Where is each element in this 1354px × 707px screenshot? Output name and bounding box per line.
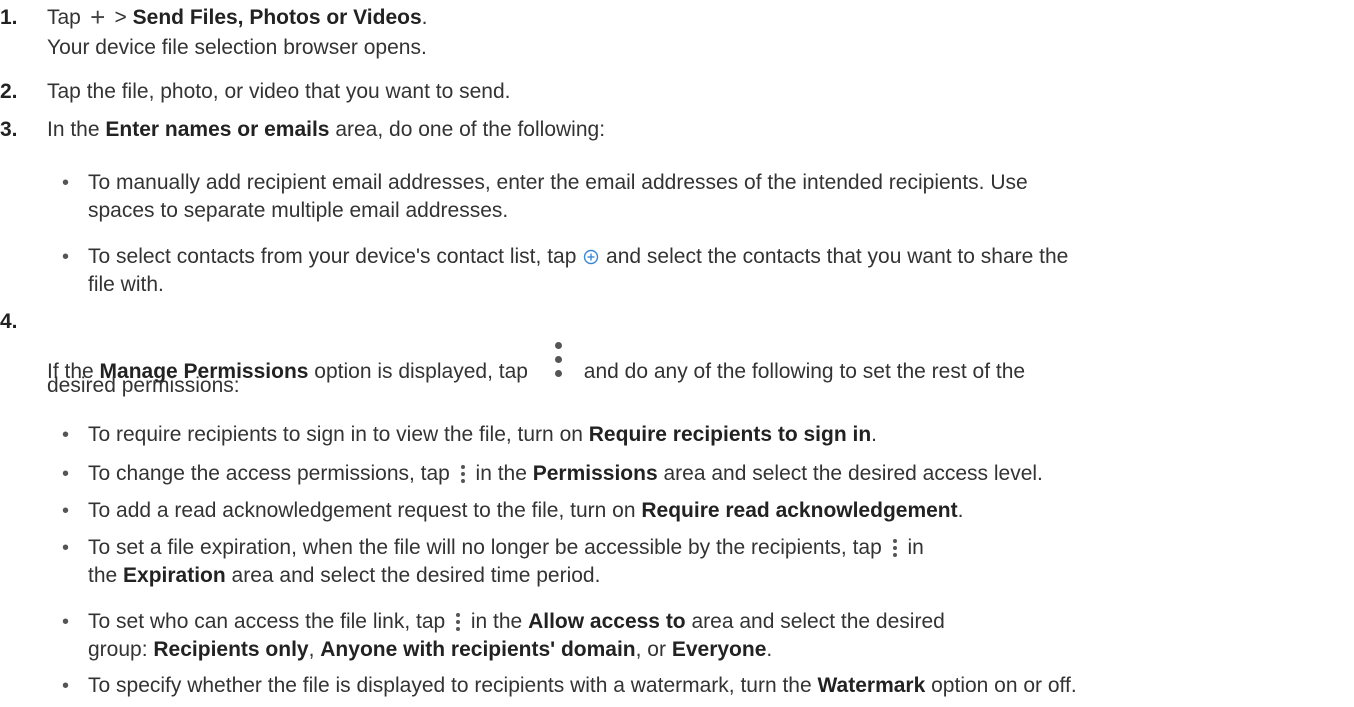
bullet: • — [62, 246, 70, 268]
step-text: Tap + > Send Files, Photos or Videos. — [47, 2, 428, 32]
bullet: • — [62, 675, 70, 697]
step-detail: Your device file selection browser opens… — [47, 36, 427, 59]
step-detail: desired permissions: — [47, 374, 240, 397]
bullet: • — [62, 424, 70, 446]
step-number: 1. — [0, 6, 18, 29]
step-text: In the Enter names or emails area, do on… — [47, 118, 606, 141]
more-vertical-icon — [451, 610, 465, 632]
step-number: 4. — [0, 310, 18, 333]
step-number: 3. — [0, 118, 18, 141]
bullet: • — [62, 611, 70, 633]
more-vertical-icon — [888, 536, 902, 558]
step-text: Tap the file, photo, or video that you w… — [47, 80, 511, 103]
step-number: 2. — [0, 80, 18, 103]
bullet: • — [62, 463, 70, 485]
bullet: • — [62, 172, 70, 194]
plus-icon: + — [90, 2, 106, 32]
menu-option: Send Files, Photos or Videos — [132, 6, 422, 29]
more-vertical-icon — [548, 342, 570, 378]
more-vertical-icon — [456, 462, 470, 484]
add-circle-icon — [582, 243, 600, 271]
area-name: Enter names or emails — [105, 118, 330, 141]
bullet: • — [62, 500, 70, 522]
bullet: • — [62, 537, 70, 559]
instructions-document: 1. Tap + > Send Files, Photos or Videos.… — [0, 0, 1354, 707]
